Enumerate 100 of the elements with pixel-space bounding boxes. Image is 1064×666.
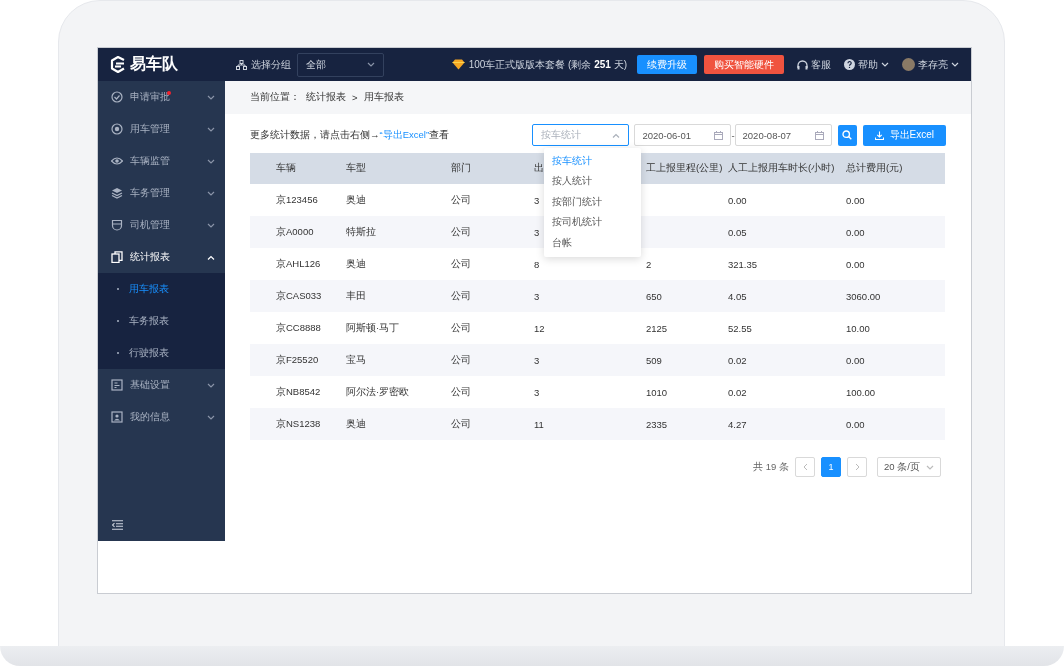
caret-down-icon <box>951 62 959 67</box>
table-cell: 3 <box>534 194 540 206</box>
chevron-left-icon <box>802 463 808 471</box>
table-cell: 宝马 <box>346 353 366 365</box>
table-cell: 11 <box>534 418 544 430</box>
total-count: 共 19 条 <box>753 460 789 474</box>
breadcrumb-separator: > <box>352 92 358 103</box>
column-header: 车型 <box>346 162 366 173</box>
table-cell: 3 <box>534 290 540 302</box>
table-cell: 4.05 <box>728 290 747 302</box>
dropdown-option[interactable]: 按部门统计 <box>544 192 641 213</box>
hierarchy-icon <box>236 59 247 70</box>
date-separator: - <box>731 129 735 141</box>
column-header: 出 <box>534 162 544 173</box>
check-circle-icon <box>111 91 123 103</box>
table-cell: 公司 <box>451 417 471 429</box>
table-cell: 特斯拉 <box>346 225 376 237</box>
caret-down-icon <box>207 414 215 420</box>
target-icon <box>111 123 123 135</box>
sidebar-item[interactable]: 统计报表 <box>98 241 225 273</box>
table-cell: 公司 <box>451 225 471 237</box>
table-cell: 0.00 <box>846 194 865 206</box>
sidebar-item[interactable]: 基础设置 <box>98 369 225 401</box>
app-logo-text: 易车队 <box>130 54 178 74</box>
sidebar-item[interactable]: 用车管理 <box>98 113 225 145</box>
table-cell: 0.02 <box>728 354 747 366</box>
table-cell: 京123456 <box>276 193 318 205</box>
table-cell: 3 <box>534 386 540 398</box>
table-cell: 0.00 <box>728 194 747 206</box>
caret-down-icon <box>367 62 375 67</box>
caret-up-icon <box>207 254 215 260</box>
dropdown-option[interactable]: 按人统计 <box>544 171 641 192</box>
table-cell: 2125 <box>646 322 668 334</box>
calendar-icon <box>714 130 724 140</box>
help-icon <box>844 59 855 70</box>
table-cell: 阿斯顿·马丁 <box>346 321 400 333</box>
caret-down-icon <box>926 464 934 470</box>
caret-down-icon <box>881 62 889 67</box>
customer-service-link[interactable]: 客服 <box>797 57 831 72</box>
table-cell: 8 <box>534 258 540 270</box>
end-date-field[interactable]: 2020-08-07 <box>734 124 832 146</box>
table-cell: 10.00 <box>846 322 870 334</box>
caret-down-icon <box>207 94 215 100</box>
table-cell: 3 <box>534 226 540 238</box>
collapse-menu-icon[interactable] <box>112 520 123 530</box>
help-menu[interactable]: 帮助 <box>844 57 889 72</box>
table-cell: 阿尔法·罗密欧 <box>346 385 410 397</box>
table-cell: 1010 <box>646 386 668 398</box>
sidebar-item[interactable]: 车务管理 <box>98 177 225 209</box>
avatar-icon <box>902 58 915 71</box>
caret-down-icon <box>207 382 215 388</box>
submenu-item[interactable]: 用车报表 <box>98 273 225 305</box>
group-select[interactable]: 全部 <box>297 52 384 77</box>
table-cell: 12 <box>534 322 545 334</box>
breadcrumb-item: 用车报表 <box>363 91 404 104</box>
user-menu[interactable]: 李存亮 <box>902 57 959 72</box>
table-cell: 2335 <box>646 418 668 430</box>
column-header: 人工上报用车时长(小时) <box>728 162 835 173</box>
submenu-item[interactable]: 车务报表 <box>98 305 225 337</box>
caret-down-icon <box>207 190 215 196</box>
group-label: 选择分组 <box>251 57 291 72</box>
caret-up-icon <box>612 132 621 138</box>
hint-text: 更多统计数据，请点击右侧→“导出Excel”查看 <box>250 128 450 142</box>
eye-icon <box>111 155 123 167</box>
breadcrumb-label: 当前位置： <box>250 91 300 104</box>
calendar-icon <box>814 130 824 140</box>
start-date-field[interactable]: 2020-06-01 <box>634 124 732 146</box>
caret-down-icon <box>207 222 215 228</box>
submenu-item[interactable]: 行驶报表 <box>98 337 225 369</box>
column-header: 总计费用(元) <box>846 162 903 173</box>
table-cell: 0.00 <box>846 258 865 270</box>
chevron-right-icon <box>854 463 860 471</box>
sidebar-item[interactable]: 车辆监管 <box>98 145 225 177</box>
sidebar-item[interactable]: 司机管理 <box>98 209 225 241</box>
dropdown-option[interactable]: 台帐 <box>544 233 641 254</box>
table-cell: 京F25520 <box>276 353 319 365</box>
table-cell: 京NB8542 <box>276 385 321 397</box>
page-size-select[interactable]: 20 条/页 <box>877 457 941 477</box>
column-header: 部门 <box>451 162 471 173</box>
sidebar-item[interactable]: 申请审批 <box>98 81 225 113</box>
table-cell: 650 <box>646 290 662 302</box>
sidebar-item[interactable]: 我的信息 <box>98 401 225 433</box>
table-cell: 奥迪 <box>346 193 366 205</box>
table-cell: 3 <box>534 354 540 366</box>
headset-icon <box>797 59 808 70</box>
download-icon <box>874 130 884 140</box>
cup-icon <box>111 219 123 231</box>
caret-down-icon <box>207 158 215 164</box>
logo-icon <box>110 56 126 73</box>
table-cell: 4.27 <box>728 418 747 430</box>
breadcrumb-item[interactable]: 统计报表 <box>306 91 346 104</box>
table-cell: 奥迪 <box>346 417 366 429</box>
table-cell: 100.00 <box>846 386 876 398</box>
dropdown-option[interactable]: 按司机统计 <box>544 212 641 233</box>
table-cell: 321.35 <box>728 258 758 270</box>
table-cell: 公司 <box>451 289 471 301</box>
table-cell: 0.00 <box>846 226 865 238</box>
table-cell: 0.00 <box>846 418 865 430</box>
table-cell: 公司 <box>451 385 471 397</box>
search-button[interactable] <box>837 124 857 146</box>
